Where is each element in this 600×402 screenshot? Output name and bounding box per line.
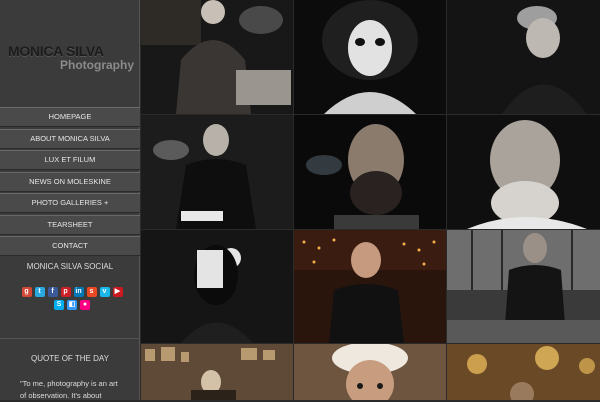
photo-bald-bearded-man — [447, 115, 600, 229]
quote-title: QUOTE OF THE DAY — [31, 354, 109, 363]
nav-news[interactable]: NEWS ON MOLESKINE — [0, 171, 140, 192]
gallery-photo[interactable] — [447, 230, 600, 343]
gallery-photo[interactable] — [447, 0, 600, 114]
gallery-photo[interactable] — [141, 230, 293, 343]
gallery-photo[interactable] — [294, 230, 446, 343]
photo-woman-with-mask — [141, 230, 293, 343]
photo-man-in-theater — [294, 230, 446, 343]
photo-man-in-suit-smoking — [141, 115, 293, 229]
gallery-photo[interactable] — [294, 344, 446, 400]
photo-man-in-bookstore — [141, 344, 293, 400]
photo-bearded-man — [294, 115, 446, 229]
youtube-icon[interactable]: ▶ — [112, 287, 123, 297]
nav-tearsheet[interactable]: TEARSHEET — [0, 214, 140, 235]
photo-white-haired-man — [294, 344, 446, 400]
nav-homepage[interactable]: HOMEPAGE — [0, 107, 140, 127]
twitter-icon[interactable]: t — [34, 287, 45, 297]
logo-name: MONICA SILVA — [8, 43, 104, 59]
delicious-icon[interactable]: ◧ — [67, 300, 77, 310]
facebook-icon[interactable]: f — [47, 287, 58, 297]
site-logo[interactable]: MONICA SILVA Photography — [0, 0, 140, 107]
skype-icon[interactable]: S — [54, 300, 64, 310]
pinterest-icon[interactable]: p — [60, 287, 71, 297]
photo-man-with-chandeliers — [447, 344, 600, 400]
nav-contact[interactable]: CONTACT — [0, 236, 140, 256]
vimeo-icon[interactable]: v — [99, 287, 110, 297]
photo-smoking-man-desk — [141, 0, 293, 114]
photo-grid — [141, 0, 600, 400]
gallery-photo[interactable] — [141, 0, 293, 114]
logo-subtitle: Photography — [60, 58, 134, 72]
gallery-photo[interactable] — [141, 344, 293, 400]
google-plus-icon[interactable]: g — [21, 287, 32, 297]
nav-lux-et-filum[interactable]: LUX ET FILUM — [0, 150, 140, 170]
flickr-icon[interactable]: ● — [80, 300, 90, 310]
gallery-photo[interactable] — [447, 115, 600, 229]
sidebar-divider — [0, 338, 140, 339]
nav-about[interactable]: ABOUT MONICA SILVA — [0, 128, 140, 149]
photo-man-in-office — [447, 230, 600, 343]
photo-old-man-smoking — [447, 0, 600, 114]
quote-text: "To me, photography is an art of observa… — [20, 379, 118, 400]
linkedin-icon[interactable]: in — [73, 287, 84, 297]
photo-woman-smoking — [294, 0, 446, 114]
stumbleupon-icon[interactable]: s — [86, 287, 97, 297]
social-title: MONICA SILVA SOCIAL — [26, 262, 114, 271]
gallery-photo[interactable] — [141, 115, 293, 229]
gallery-photo[interactable] — [294, 115, 446, 229]
gallery-photo[interactable] — [294, 0, 446, 114]
main-nav: HOMEPAGE ABOUT MONICA SILVA LUX ET FILUM… — [0, 107, 140, 258]
nav-photo-galleries[interactable]: PHOTO GALLERIES + — [0, 193, 140, 213]
gallery-photo[interactable] — [447, 344, 600, 400]
social-icons: g t f p in s v ▶ S ◧ ● — [20, 287, 124, 310]
sidebar: MONICA SILVA Photography HOMEPAGE ABOUT … — [0, 0, 140, 400]
